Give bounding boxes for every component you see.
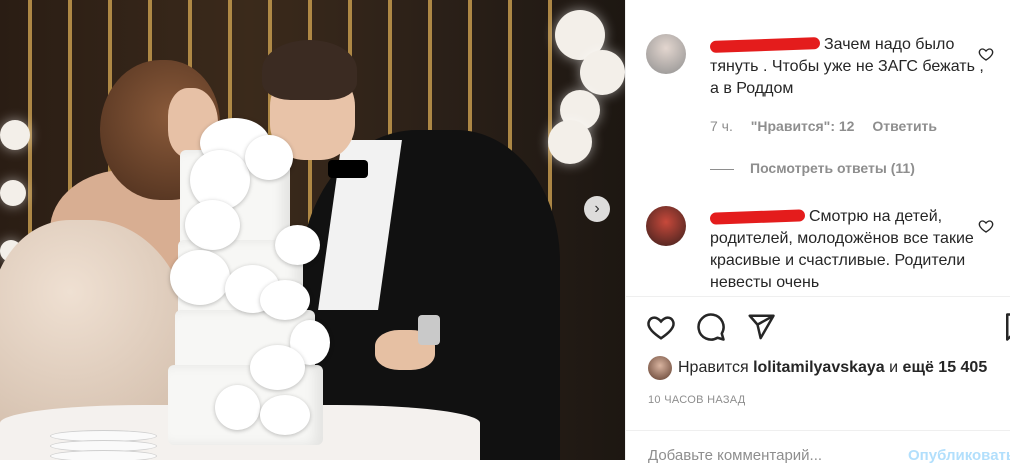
likes-prefix: Нравится xyxy=(678,359,749,377)
comments-list[interactable]: Зачем надо было тянуть . Чтобы уже не ЗА… xyxy=(626,0,1010,296)
comments-panel: Зачем надо было тянуть . Чтобы уже не ЗА… xyxy=(625,0,1010,464)
comment-input[interactable]: Добавьте комментарий... xyxy=(648,447,822,464)
heart-icon[interactable] xyxy=(978,46,994,62)
view-replies-button[interactable]: Посмотреть ответы (11) xyxy=(710,160,915,176)
reply-button[interactable]: Ответить xyxy=(872,118,937,134)
comment-meta: 7 ч. "Нравится": 12 Ответить xyxy=(710,118,951,134)
comment-bubble-icon[interactable] xyxy=(696,312,726,342)
bow-tie xyxy=(328,160,368,178)
heart-icon[interactable] xyxy=(978,218,994,234)
sugar-petal xyxy=(260,280,310,320)
comment-text-block: Смотрю на детей, родителей, молодожёнов … xyxy=(709,206,990,294)
chevron-right-icon: › xyxy=(594,200,600,217)
heart-icon[interactable] xyxy=(646,312,676,342)
avatar[interactable] xyxy=(646,206,686,246)
bookmark-icon[interactable] xyxy=(1001,312,1010,342)
post-actions xyxy=(646,312,1010,342)
flower xyxy=(580,50,625,95)
likes-count[interactable]: ещё 15 405 xyxy=(903,359,988,376)
plate xyxy=(50,450,157,460)
flower xyxy=(548,120,592,164)
comment-time[interactable]: 7 ч. xyxy=(710,118,733,134)
posted-time[interactable]: 10 ЧАСОВ НАЗАД xyxy=(648,394,746,406)
sugar-petal xyxy=(275,225,320,265)
publish-button[interactable]: Опубликовать xyxy=(908,447,1010,464)
sugar-petal xyxy=(170,250,230,305)
add-comment-bar: Добавьте комментарий... Опубликовать xyxy=(626,430,1010,471)
groom-hair xyxy=(262,40,357,100)
liker-avatar[interactable] xyxy=(648,356,672,380)
comment-text-block: Зачем надо было тянуть . Чтобы уже не ЗА… xyxy=(709,34,990,100)
sugar-petal xyxy=(250,345,305,390)
flower xyxy=(0,180,26,206)
redacted-username[interactable] xyxy=(709,36,821,53)
next-photo-button[interactable]: › xyxy=(584,196,610,222)
flower xyxy=(0,120,30,150)
divider xyxy=(626,296,1010,297)
view-replies-label: Посмотреть ответы (11) xyxy=(750,160,915,176)
redacted-username[interactable] xyxy=(709,209,806,225)
sugar-petal xyxy=(185,200,240,250)
likes-middle: и xyxy=(889,359,899,377)
comment-likes[interactable]: "Нравится": 12 xyxy=(751,118,855,134)
post-photo[interactable]: › xyxy=(0,0,625,460)
replies-divider-line xyxy=(710,168,734,170)
sugar-petal xyxy=(215,385,260,430)
sugar-petal xyxy=(245,135,293,180)
sugar-petal xyxy=(260,395,310,435)
paper-plane-icon[interactable] xyxy=(746,312,776,342)
liker-username[interactable]: lolitamilyavskaya xyxy=(753,359,885,376)
wrist-watch xyxy=(418,315,440,345)
likes-line: Нравится lolitamilyavskaya и ещё 15 405 xyxy=(648,356,987,380)
avatar[interactable] xyxy=(646,34,686,74)
